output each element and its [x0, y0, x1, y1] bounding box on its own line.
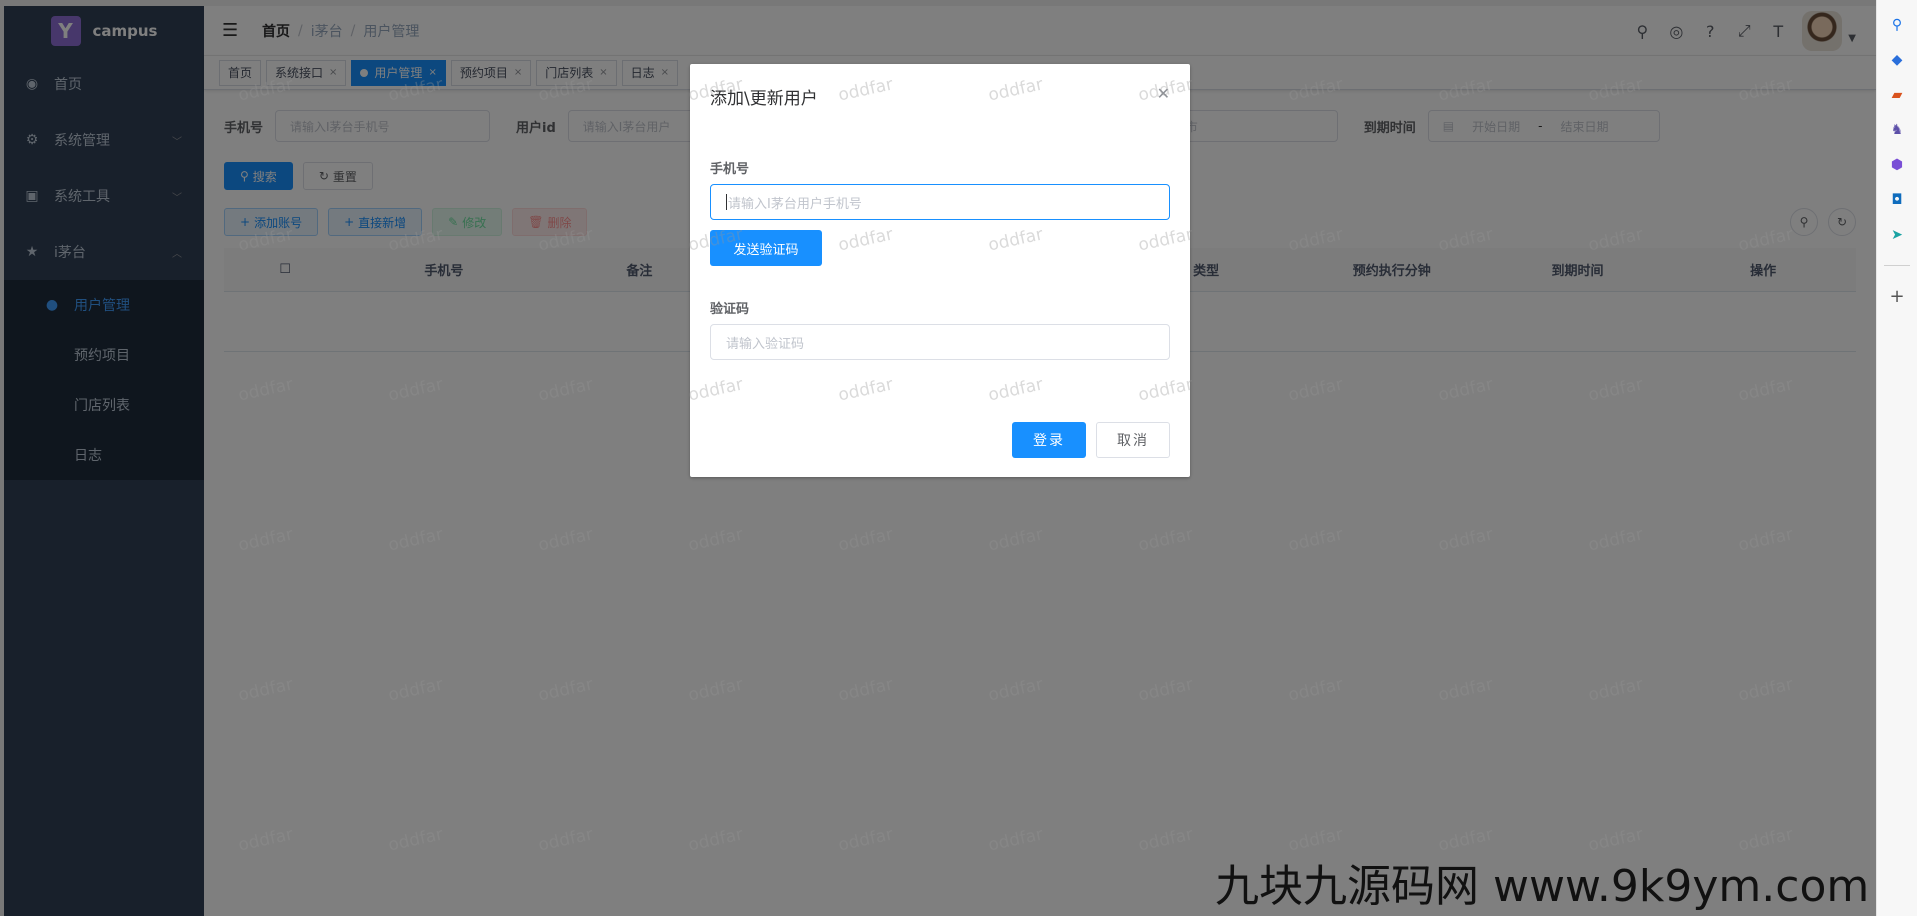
phone-input[interactable]: 请输入I茅台用户手机号 — [710, 184, 1170, 220]
code-label: 验证码 — [710, 302, 750, 317]
close-icon[interactable]: ✕ — [1157, 84, 1170, 103]
outlook-icon[interactable]: ◘ — [1888, 191, 1906, 209]
search-icon[interactable]: ⚲ — [1888, 16, 1906, 34]
code-input[interactable]: 请输入验证码 — [710, 324, 1170, 360]
login-button[interactable]: 登录 — [1012, 422, 1086, 458]
copilot-icon[interactable]: ⬢ — [1888, 156, 1906, 174]
dialog-title: 添加\更新用户 — [710, 89, 818, 109]
send-code-button[interactable]: 发送验证码 — [710, 230, 822, 266]
add-update-user-dialog: 添加\更新用户 ✕ 手机号 请输入I茅台用户手机号 发送验证码 验证码 请输入验… — [690, 64, 1190, 477]
modal-overlay[interactable]: 添加\更新用户 ✕ 手机号 请输入I茅台用户手机号 发送验证码 验证码 请输入验… — [0, 0, 1876, 916]
browser-sidebar: ⚲ ◆ ▰ ♞ ⬢ ◘ ➤ + — [1876, 0, 1917, 916]
phone-placeholder: 请输入I茅台用户手机号 — [728, 196, 862, 212]
cancel-button[interactable]: 取消 — [1096, 422, 1170, 458]
text-cursor — [726, 194, 727, 210]
site-watermark: 九块九源码网 www.9k9ym.com — [1215, 861, 1870, 912]
tag-icon[interactable]: ◆ — [1888, 51, 1906, 69]
chess-icon[interactable]: ♞ — [1888, 121, 1906, 139]
send-icon[interactable]: ➤ — [1888, 226, 1906, 244]
plus-icon[interactable]: + — [1888, 286, 1906, 307]
divider — [1884, 265, 1910, 266]
briefcase-icon[interactable]: ▰ — [1888, 86, 1906, 104]
phone-label: 手机号 — [710, 162, 750, 177]
